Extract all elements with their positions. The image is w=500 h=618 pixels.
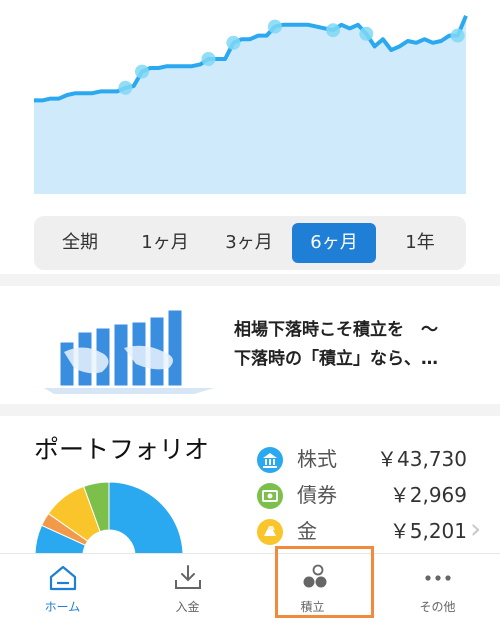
chevron-right-icon[interactable]: › — [470, 512, 481, 545]
portfolio-row-gold[interactable]: 金 ￥5,201 — [257, 516, 467, 546]
banner-line-2: 下落時の「積立」なら、… — [234, 349, 438, 369]
section-divider — [0, 404, 500, 416]
chart-point[interactable] — [450, 28, 465, 43]
gold-icon — [257, 519, 283, 545]
chart-point[interactable] — [359, 26, 374, 41]
asset-name: 債券 — [297, 483, 337, 507]
savings-icon — [303, 564, 327, 588]
portfolio-title: ポートフォリオ — [34, 435, 210, 464]
nav-savings[interactable]: 積立 — [250, 554, 375, 617]
world-map-bar-chart-image — [44, 309, 214, 394]
nav-deposit[interactable]: 入金 — [125, 554, 250, 617]
banner-line-1: 相場下落時こそ積立を ～ — [234, 320, 438, 340]
asset-value: ￥43,730 — [377, 447, 467, 471]
chart-point[interactable] — [201, 52, 216, 66]
tab-6-months[interactable]: 6ヶ月 — [292, 223, 376, 263]
tab-1-year[interactable]: 1年 — [384, 223, 456, 263]
tab-all-period[interactable]: 全期 — [44, 223, 116, 263]
nav-label: ホーム — [44, 600, 81, 614]
banner-headline[interactable]: 相場下落時こそ積立を ～ 下落時の「積立」なら、… — [234, 316, 484, 374]
chart-area-fill — [34, 15, 466, 194]
asset-value: ￥2,969 — [389, 483, 467, 507]
nav-label: 積立 — [300, 600, 325, 614]
asset-name: 金 — [297, 519, 317, 543]
asset-name: 株式 — [297, 447, 337, 471]
tab-3-months[interactable]: 3ヶ月 — [211, 223, 287, 263]
section-divider — [0, 274, 500, 286]
asset-chart — [34, 15, 468, 194]
bank-icon — [257, 447, 283, 473]
range-tab-bar: 全期 1ヶ月 3ヶ月 6ヶ月 1年 — [34, 216, 466, 270]
bond-icon — [257, 483, 283, 509]
asset-value: ￥5,201 — [389, 519, 467, 543]
nav-label: 入金 — [175, 600, 200, 614]
tab-1-month[interactable]: 1ヶ月 — [127, 223, 203, 263]
portfolio-row-stocks[interactable]: 株式 ￥43,730 — [257, 444, 467, 474]
deposit-icon — [175, 565, 201, 589]
nav-label: その他 — [419, 600, 456, 614]
chart-point[interactable] — [135, 64, 149, 79]
portfolio-row-bonds[interactable]: 債券 ￥2,969 — [257, 480, 467, 510]
more-icon — [425, 575, 451, 581]
chart-point[interactable] — [118, 80, 133, 95]
home-icon — [49, 565, 77, 591]
chart-point[interactable] — [226, 35, 241, 50]
nav-more[interactable]: その他 — [375, 554, 500, 617]
nav-home[interactable]: ホーム — [0, 554, 125, 617]
portfolio-donut-chart[interactable] — [34, 476, 184, 556]
chart-point[interactable] — [326, 23, 341, 38]
chart-point[interactable] — [267, 19, 282, 34]
bottom-navigation: ホーム 入金 積立 その他 — [0, 553, 500, 617]
